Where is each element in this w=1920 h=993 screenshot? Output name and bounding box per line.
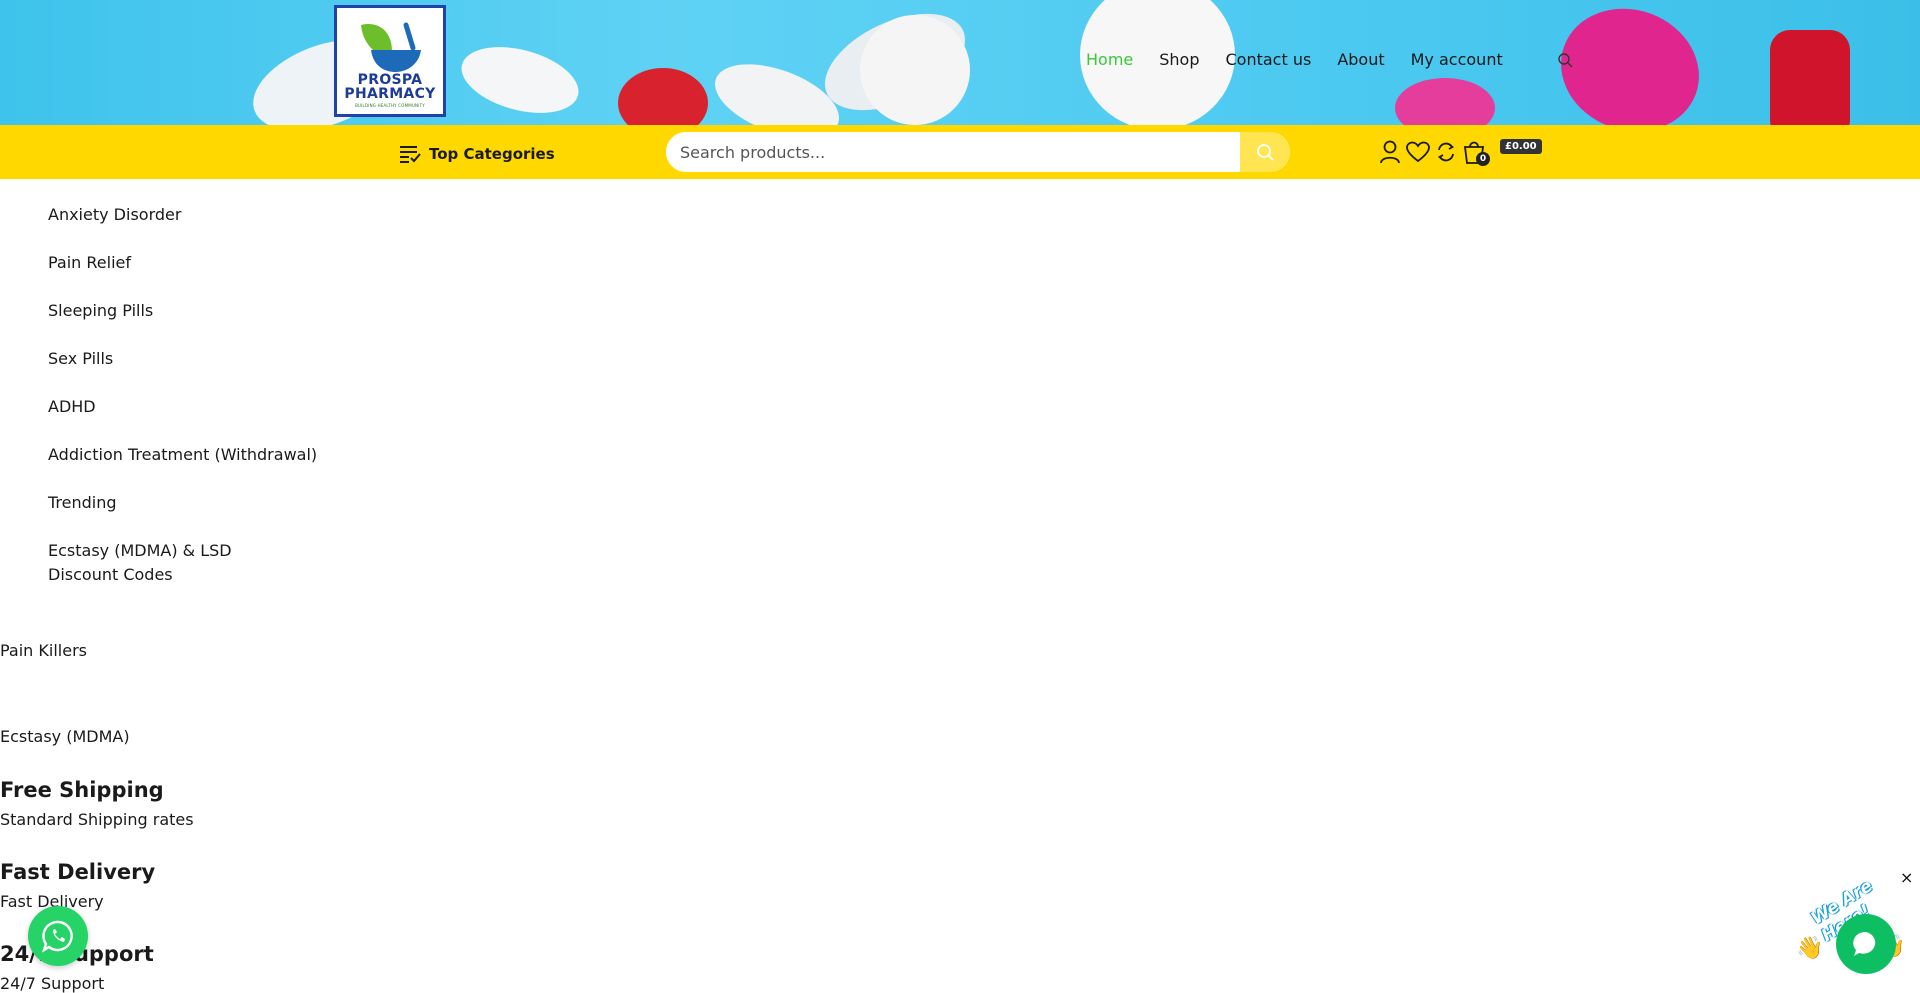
- nav-contact[interactable]: Contact us: [1226, 50, 1312, 69]
- banner-pill: [1395, 78, 1495, 125]
- banner-pill: [454, 35, 586, 125]
- logo-text-pharmacy: PHARMACY: [344, 86, 436, 102]
- list-item[interactable]: Anxiety Disorder: [48, 203, 317, 251]
- category-list: Anxiety Disorder Pain Relief Sleeping Pi…: [48, 203, 317, 611]
- feature-title-fast-delivery: Fast Delivery: [0, 860, 156, 884]
- top-categories-button[interactable]: Top Categories: [399, 144, 555, 164]
- feature-subtitle-support: 24/7 Support: [0, 974, 105, 993]
- top-categories-label: Top Categories: [429, 145, 555, 163]
- search-input[interactable]: [666, 132, 1241, 172]
- search-form: [666, 132, 1290, 172]
- mortar-leaf-logo-icon: [361, 22, 421, 72]
- compare-icon: [1437, 142, 1455, 162]
- banner-pill: [860, 15, 970, 125]
- chat-icon: [1853, 931, 1876, 956]
- whatsapp-icon: [41, 920, 73, 953]
- feature-title-free-shipping: Free Shipping: [0, 778, 164, 802]
- compare-button[interactable]: [1434, 139, 1458, 165]
- search-icon: [1257, 144, 1274, 161]
- nav-my-account[interactable]: My account: [1411, 50, 1503, 69]
- main-nav: Home Shop Contact us About My account: [1086, 50, 1503, 69]
- toolbar: Top Categories Search products... 0 £0.0…: [0, 125, 1920, 179]
- cart-count-badge: 0: [1476, 152, 1490, 166]
- list-item[interactable]: Trending: [48, 491, 317, 539]
- list-item[interactable]: Sex Pills: [48, 347, 317, 395]
- logo-tagline: BUILDING HEALTHY COMMUNITY: [355, 103, 425, 108]
- banner-pill: [618, 68, 708, 125]
- search-button[interactable]: [1240, 132, 1290, 172]
- nav-home[interactable]: Home: [1086, 50, 1133, 69]
- account-button[interactable]: [1378, 139, 1402, 165]
- header-banner: PROSPA PHARMACY BUILDING HEALTHY COMMUNI…: [0, 0, 1920, 125]
- header-actions: 0: [1378, 139, 1490, 166]
- pain-killers-link[interactable]: Pain Killers: [0, 641, 87, 660]
- wave-hand-icon: 👋: [1796, 936, 1824, 961]
- list-item[interactable]: Addiction Treatment (Withdrawal): [48, 443, 317, 491]
- list-item[interactable]: ADHD: [48, 395, 317, 443]
- user-icon: [1380, 140, 1400, 164]
- logo-text-prospa: PROSPA: [357, 72, 423, 88]
- list-item[interactable]: Pain Relief: [48, 251, 317, 299]
- heart-icon: [1406, 141, 1430, 163]
- categories-list-icon: [400, 146, 421, 163]
- feature-subtitle-free-shipping: Standard Shipping rates: [0, 810, 194, 829]
- cart-button[interactable]: 0: [1462, 139, 1490, 166]
- ecstasy-link[interactable]: Ecstasy (MDMA): [0, 727, 130, 746]
- list-item[interactable]: Ecstasy (MDMA) & LSD: [48, 539, 317, 563]
- chat-button[interactable]: [1836, 914, 1896, 974]
- list-item[interactable]: Discount Codes: [48, 563, 317, 611]
- whatsapp-button[interactable]: [28, 906, 88, 966]
- wishlist-button[interactable]: [1406, 139, 1430, 165]
- flag-decoration: [1770, 30, 1850, 125]
- nav-shop[interactable]: Shop: [1159, 50, 1199, 69]
- list-item[interactable]: Sleeping Pills: [48, 299, 317, 347]
- nav-about[interactable]: About: [1337, 50, 1384, 69]
- cart-total[interactable]: £0.00: [1500, 139, 1542, 154]
- search-icon[interactable]: [1557, 52, 1573, 68]
- site-logo[interactable]: PROSPA PHARMACY BUILDING HEALTHY COMMUNI…: [334, 5, 446, 117]
